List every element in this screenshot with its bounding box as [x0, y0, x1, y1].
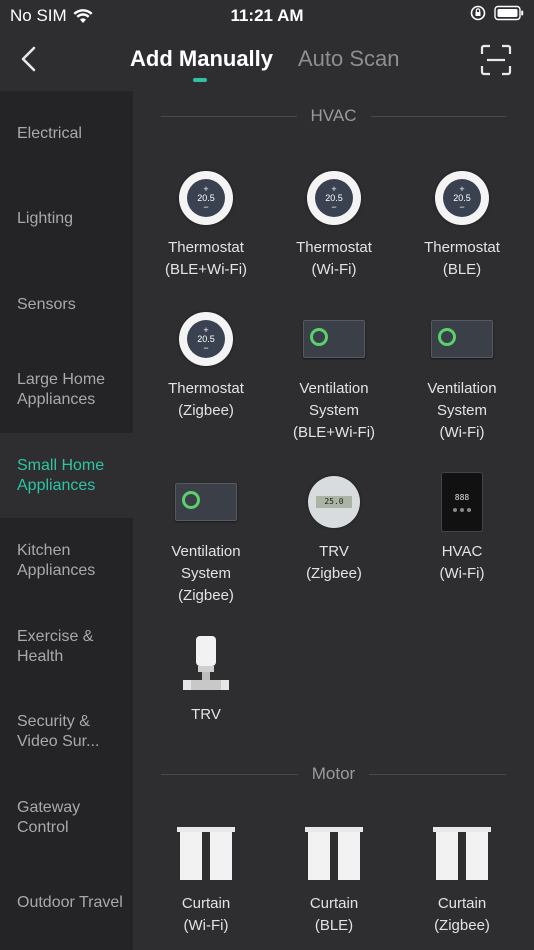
trv-valve-icon [183, 636, 229, 690]
sidebar-item-small-home-appliances[interactable]: Small Home Appliances [0, 433, 133, 518]
sidebar-item-sensors[interactable]: Sensors [0, 262, 133, 347]
device-thermostat-ble[interactable]: +20.5− Thermostat (BLE) [398, 167, 526, 281]
device-ventilation-zigbee[interactable]: Ventilation System (Zigbee) [142, 471, 270, 607]
device-curtain-ble[interactable]: Curtain (BLE) [270, 823, 398, 937]
device-curtain-wifi[interactable]: Curtain (Wi-Fi) [142, 823, 270, 937]
nav-header: Add Manually Auto Scan [0, 32, 534, 90]
thermostat-icon: +20.5− [179, 312, 233, 366]
sidebar-item-kitchen-appliances[interactable]: Kitchen Appliances [0, 518, 133, 603]
curtain-icon [433, 827, 491, 881]
ventilation-icon [175, 483, 237, 521]
device-thermostat-zigbee[interactable]: +20.5− Thermostat (Zigbee) [142, 308, 270, 422]
status-bar: No SIM 11:21 AM [0, 0, 534, 32]
section-title: HVAC [310, 106, 357, 125]
device-trv-zigbee[interactable]: 25.0 TRV (Zigbee) [270, 471, 398, 585]
category-sidebar: Electrical Lighting Sensors Large Home A… [0, 91, 133, 950]
device-ventilation-ble-wifi[interactable]: Ventilation System (BLE+Wi-Fi) [270, 308, 398, 444]
ventilation-icon [431, 320, 493, 358]
sidebar-item-outdoor-travel[interactable]: Outdoor Travel [0, 860, 133, 945]
ventilation-icon [303, 320, 365, 358]
sidebar-item-large-home-appliances[interactable]: Large Home Appliances [0, 347, 133, 432]
active-tab-indicator [193, 78, 207, 82]
scan-qr-icon[interactable] [480, 44, 512, 76]
orientation-lock-icon [470, 5, 486, 21]
device-list: HVAC +20.5− Thermostat (BLE+Wi-Fi) +20.5−… [133, 91, 534, 950]
section-header-motor: Motor [161, 762, 506, 786]
device-curtain-zigbee[interactable]: Curtain (Zigbee) [398, 823, 526, 937]
device-trv[interactable]: TRV [142, 634, 270, 726]
sidebar-item-exercise-health[interactable]: Exercise & Health [0, 604, 133, 689]
section-title: Motor [311, 764, 356, 783]
battery-icon [494, 5, 524, 21]
thermostat-icon: +20.5− [435, 171, 489, 225]
clock: 11:21 AM [230, 6, 304, 25]
sidebar-item-security-video[interactable]: Security & Video Sur... [0, 689, 133, 774]
tab-add-manually[interactable]: Add Manually [130, 46, 273, 72]
curtain-icon [177, 827, 235, 881]
thermostat-icon: +20.5− [307, 171, 361, 225]
device-thermostat-ble-wifi[interactable]: +20.5− Thermostat (BLE+Wi-Fi) [142, 167, 270, 281]
device-ventilation-wifi[interactable]: Ventilation System (Wi-Fi) [398, 308, 526, 444]
back-arrow-icon[interactable] [16, 44, 42, 74]
curtain-icon [305, 827, 363, 881]
device-hvac-wifi[interactable]: 888 HVAC (Wi-Fi) [398, 471, 526, 585]
trv-round-icon: 25.0 [308, 476, 360, 528]
device-thermostat-wifi[interactable]: +20.5− Thermostat (Wi-Fi) [270, 167, 398, 281]
hvac-panel-icon: 888 [441, 472, 483, 532]
sidebar-item-gateway-control[interactable]: Gateway Control [0, 775, 133, 860]
tab-auto-scan[interactable]: Auto Scan [298, 46, 400, 72]
section-header-hvac: HVAC [161, 104, 507, 128]
sidebar-item-lighting[interactable]: Lighting [0, 176, 133, 261]
sidebar-item-electrical[interactable]: Electrical [0, 91, 133, 176]
thermostat-icon: +20.5− [179, 171, 233, 225]
